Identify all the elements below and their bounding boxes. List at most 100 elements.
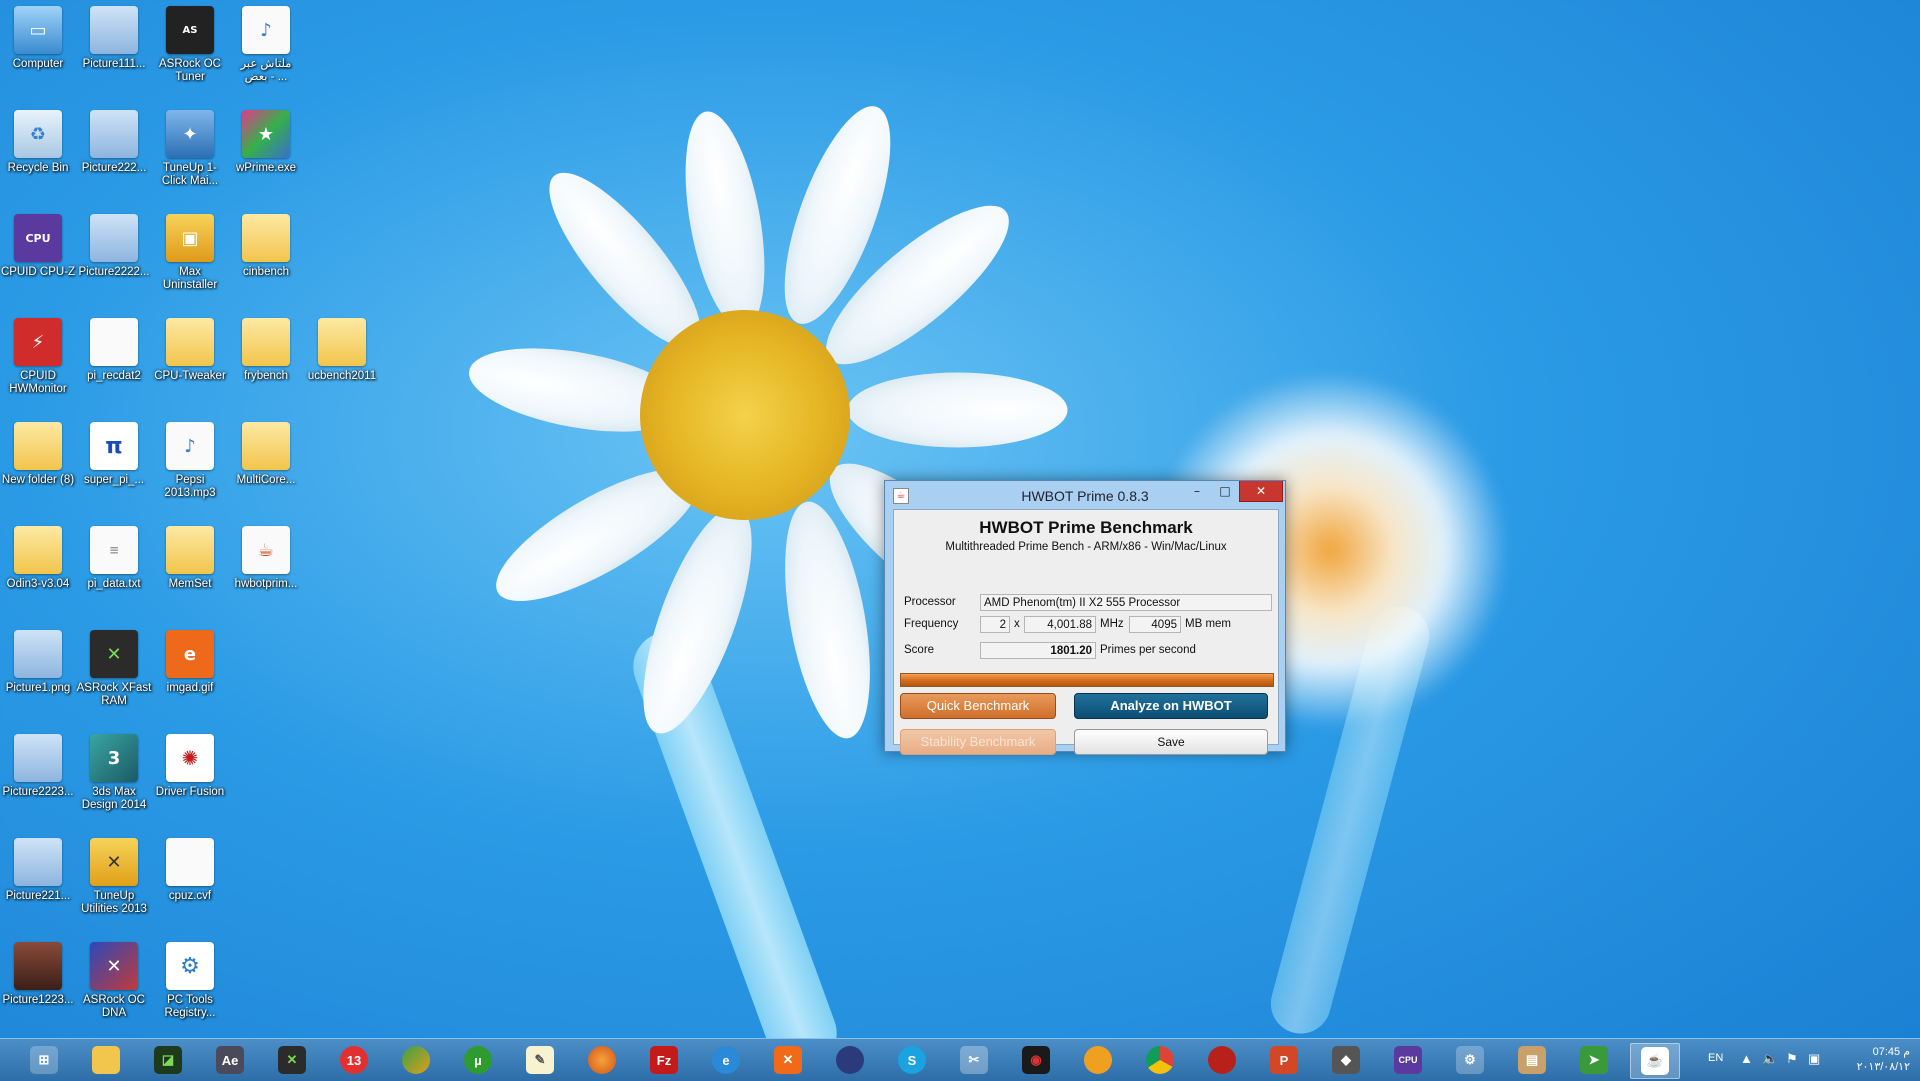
taskbar-filezilla[interactable]: Fz (644, 1043, 684, 1077)
frequency-field[interactable]: 4,001.88 (1024, 616, 1096, 633)
taskbar-disk-app[interactable]: ◆ (1326, 1043, 1366, 1077)
taskbar-utorrent[interactable]: µ (458, 1043, 498, 1077)
desktop-icon-picture1223[interactable]: Picture1223... (0, 942, 76, 1007)
desktop-icon-picture222[interactable]: Picture222... (76, 110, 152, 175)
desktop-icon-wprime[interactable]: ★ wPrime.exe (228, 110, 304, 175)
super-pi-icon: π (90, 422, 138, 470)
taskbar-internet-explorer[interactable]: e (706, 1043, 746, 1077)
icon-label: MultiCore... (236, 474, 296, 486)
taskbar-app-13[interactable]: 13 (334, 1043, 374, 1077)
recycle-bin-icon: ♻ (14, 110, 62, 158)
processor-field[interactable]: AMD Phenom(tm) II X2 555 Processor (980, 594, 1272, 611)
save-button[interactable]: Save (1074, 729, 1268, 755)
desktop-icon-audio-file[interactable]: ♪ ملتاش عبر بعض - ... (228, 6, 304, 84)
desktop-icon-computer[interactable]: ▭ Computer (0, 6, 76, 71)
score-field[interactable]: 1801.20 (980, 642, 1096, 659)
desktop-icon-picture111[interactable]: Picture111... (76, 6, 152, 71)
desktop-icon-ucbench2011[interactable]: ucbench2011 (304, 318, 380, 383)
taskbar-hwbot-prime[interactable]: ☕ (1630, 1043, 1680, 1079)
desktop-icon-frybench[interactable]: frybench (228, 318, 304, 383)
taskbar-notepad[interactable]: ✎ (520, 1043, 560, 1077)
language-indicator[interactable]: EN (1708, 1052, 1723, 1064)
desktop-icon-asrock-oc-tuner[interactable]: AS ASRock OC Tuner (152, 6, 228, 84)
clock[interactable]: 07:45 م ٢٠١٣/٠٨/١٢ (1840, 1045, 1910, 1073)
taskbar-globe[interactable] (396, 1043, 436, 1077)
icon-label: Picture2222... (78, 266, 150, 278)
flag-icon[interactable]: ⚑ (1786, 1051, 1798, 1067)
taskbar-xfast[interactable]: ✕ (272, 1043, 312, 1077)
oc-dna-icon: ✕ (90, 942, 138, 990)
monitor-icon[interactable]: ▣ (1808, 1051, 1820, 1067)
desktop-icon-picture2222[interactable]: Picture2222... (76, 214, 152, 279)
taskbar-skype[interactable]: S (892, 1043, 932, 1077)
desktop-icon-picture1-png[interactable]: Picture1.png (0, 630, 76, 695)
desktop-icon-cinbench[interactable]: cinbench (228, 214, 304, 279)
taskbar-tool-app[interactable]: ✂ (954, 1043, 994, 1077)
taskbar-media-app[interactable]: ◉ (1016, 1043, 1056, 1077)
taskbar-red-app[interactable] (1202, 1043, 1242, 1077)
desktop-icon-3ds-max[interactable]: 3 3ds Max Design 2014 (76, 734, 152, 812)
taskbar-powerpoint[interactable]: P (1264, 1043, 1304, 1077)
taskbar-xampp[interactable]: ✕ (768, 1043, 808, 1077)
desktop-icon-driver-fusion[interactable]: ✺ Driver Fusion (152, 734, 228, 799)
desktop-icon-imgad-gif[interactable]: e imgad.gif (152, 630, 228, 695)
volume-icon[interactable]: 🔈 (1762, 1051, 1778, 1067)
desktop-icon-hwbotprime[interactable]: ☕ hwbotprim... (228, 526, 304, 591)
desktop-icon-picture221[interactable]: Picture221... (0, 838, 76, 903)
quick-benchmark-button[interactable]: Quick Benchmark (900, 693, 1056, 719)
progress-fill (901, 674, 1273, 686)
icon-label: ucbench2011 (307, 370, 377, 382)
gear-icon: ⚙ (166, 942, 214, 990)
network-icon[interactable]: ▲ (1740, 1051, 1753, 1066)
desktop-icon-tuneup-1click[interactable]: ✦ TuneUp 1-Click Mai... (152, 110, 228, 188)
desktop-icon-hwmonitor[interactable]: ⚡ CPUID HWMonitor (0, 318, 76, 396)
taskbar-chrome[interactable] (1140, 1043, 1180, 1077)
desktop-icon-multicore[interactable]: MultiCore... (228, 422, 304, 487)
taskbar-firefox[interactable] (582, 1043, 622, 1077)
maximize-button[interactable]: □ (1211, 481, 1239, 501)
desktop-icon-max-uninstaller[interactable]: ▣ Max Uninstaller (152, 214, 228, 292)
icon-label: Picture222... (81, 162, 147, 174)
desktop-icon-super-pi[interactable]: π super_pi_... (76, 422, 152, 487)
desktop-icon-pepsi-mp3[interactable]: ♪ Pepsi 2013.mp3 (152, 422, 228, 500)
taskbar-orange-app[interactable] (1078, 1043, 1118, 1077)
desktop-icon-cpu-tweaker[interactable]: CPU-Tweaker (152, 318, 228, 383)
text-file-icon: ≡ (90, 526, 138, 574)
hwmonitor-icon: ⚡ (14, 318, 62, 366)
benchmark-heading: HWBOT Prime Benchmark (979, 518, 1193, 537)
desktop-icon-pi-recdat2[interactable]: pi_recdat2 (76, 318, 152, 383)
desktop-icon-memset[interactable]: MemSet (152, 526, 228, 591)
desktop-icon-asrock-xfast-ram[interactable]: ✕ ASRock XFast RAM (76, 630, 152, 708)
taskbar-file-explorer[interactable] (86, 1043, 126, 1077)
desktop-icon-recycle-bin[interactable]: ♻ Recycle Bin (0, 110, 76, 175)
taskbar: ⊞ ◪ Ae ✕ 13 µ ✎ Fz e ✕ S ✂ ◉ P ◆ CPU ⚙ ▤… (0, 1038, 1920, 1081)
desktop-icon-odin3[interactable]: Odin3-v3.04 (0, 526, 76, 591)
taskbar-cpuz[interactable]: CPU (1388, 1043, 1428, 1077)
taskbar-green-app[interactable]: ➤ (1574, 1043, 1614, 1077)
analyze-on-hwbot-button[interactable]: Analyze on HWBOT (1074, 693, 1268, 719)
desktop-icon-cpuz[interactable]: CPU CPUID CPU-Z (0, 214, 76, 279)
score-label: Score (904, 644, 935, 656)
close-button[interactable]: ✕ (1239, 481, 1283, 502)
cores-field[interactable]: 2 (980, 616, 1010, 633)
taskbar-app-bracket[interactable]: ◪ (148, 1043, 188, 1077)
desktop-icon-cpuz-cvf[interactable]: cpuz.cvf (152, 838, 228, 903)
title-bar[interactable]: ☕ HWBOT Prime 0.8.3 – □ ✕ (885, 481, 1285, 509)
minimize-button[interactable]: – (1183, 481, 1211, 501)
icon-label: frybench (243, 370, 289, 382)
desktop-icon-pc-tools-registry[interactable]: ⚙ PC Tools Registry... (152, 942, 228, 1020)
desktop-icon-picture2223[interactable]: Picture2223... (0, 734, 76, 799)
folder-icon (166, 526, 214, 574)
desktop-icon-pi-data-txt[interactable]: ≡ pi_data.txt (76, 526, 152, 591)
taskbar-settings-app[interactable]: ⚙ (1450, 1043, 1490, 1077)
icon-label: hwbotprim... (234, 578, 298, 590)
taskbar-archive-app[interactable]: ▤ (1512, 1043, 1552, 1077)
taskbar-after-effects[interactable]: Ae (210, 1043, 250, 1077)
taskbar-hat-app[interactable] (830, 1043, 870, 1077)
taskbar-start-button[interactable]: ⊞ (24, 1043, 64, 1077)
desktop-icon-new-folder-8[interactable]: New folder (8) (0, 422, 76, 487)
desktop-icon-tuneup-2013[interactable]: ✕ TuneUp Utilities 2013 (76, 838, 152, 916)
desktop-icon-asrock-oc-dna[interactable]: ✕ ASRock OC DNA (76, 942, 152, 1020)
memory-field[interactable]: 4095 (1129, 616, 1181, 633)
stability-benchmark-button[interactable]: Stability Benchmark (900, 729, 1056, 755)
